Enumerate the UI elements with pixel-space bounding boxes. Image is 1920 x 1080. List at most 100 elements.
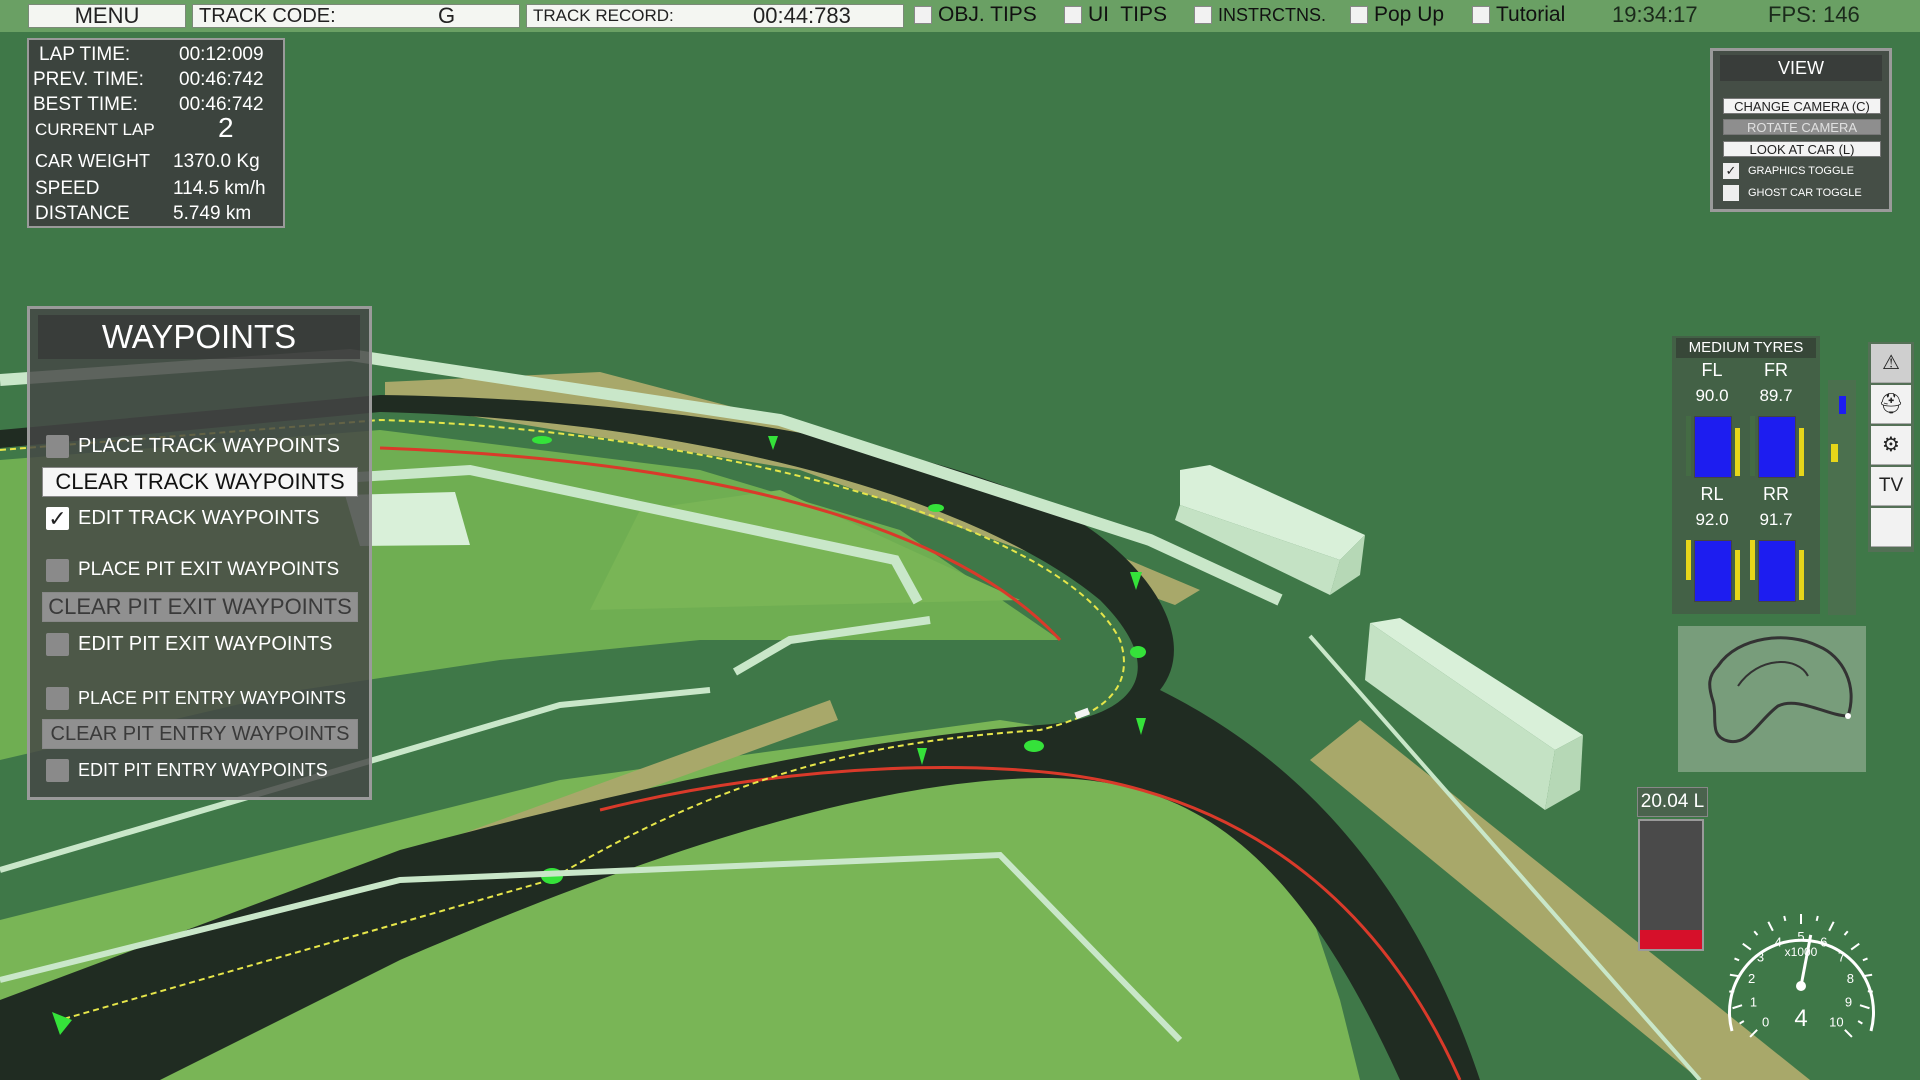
track-minimap	[1678, 626, 1866, 772]
place-track-waypoints-checkbox[interactable]	[46, 435, 69, 458]
edit-pit-exit-waypoints-toggle[interactable]: EDIT PIT EXIT WAYPOINTS	[38, 629, 360, 659]
tyre-rl-temp-inner	[1735, 550, 1740, 600]
tyre-rl-label: RL	[1700, 484, 1724, 504]
rpm-tick-label: 3	[1757, 950, 1764, 965]
popup-label: Pop Up	[1374, 3, 1445, 26]
obj-tips-toggle[interactable]: OBJ. TIPS	[910, 3, 1054, 27]
lap-stats-panel: LAP TIME: 00:12:009 PREV. TIME: 00:46:742 …	[27, 38, 285, 228]
edit-pit-exit-waypoints-label: EDIT PIT EXIT WAYPOINTS	[78, 633, 333, 655]
place-pit-entry-waypoints-toggle[interactable]: PLACE PIT ENTRY WAYPOINTS	[38, 683, 360, 713]
place-track-waypoints-toggle[interactable]: PLACE TRACK WAYPOINTS	[38, 431, 360, 461]
tyre-rl-bar	[1694, 540, 1732, 602]
rpm-tick-mark	[1753, 930, 1759, 936]
car-weight-label: CAR WEIGHT	[35, 151, 150, 171]
place-pit-entry-waypoints-checkbox[interactable]	[46, 687, 69, 710]
lap-time-value: 00:12:009	[179, 44, 264, 65]
ui-tips-label: UI TIPS	[1088, 3, 1167, 26]
engine-icon[interactable]: ⚙	[1871, 426, 1911, 465]
tyre-fr-temp-track	[1750, 416, 1755, 476]
throttle-indicator	[1831, 444, 1838, 462]
prev-time-value: 00:46:742	[179, 69, 264, 90]
tyre-rr-temp-inner	[1799, 550, 1804, 600]
tyre-compound: MEDIUM TYRES	[1676, 338, 1816, 358]
car-weight-value: 1370.0 Kg	[173, 151, 260, 172]
rotate-camera-button[interactable]: ROTATE CAMERA	[1723, 119, 1881, 135]
tyre-fr-label: FR	[1764, 360, 1788, 380]
tutorial-checkbox[interactable]	[1472, 6, 1490, 24]
tv-icon[interactable]: TV	[1871, 467, 1911, 506]
rpm-tick-label: 5	[1797, 929, 1804, 944]
view-panel: VIEW CHANGE CAMERA (C) ROTATE CAMERA LOO…	[1710, 48, 1892, 212]
fuel-level-fill	[1640, 929, 1702, 949]
rpm-tick-label: 7	[1838, 950, 1845, 965]
popup-toggle[interactable]: Pop Up	[1346, 3, 1466, 27]
helmet-icon[interactable]: ⛑	[1871, 385, 1911, 424]
best-time-label: BEST TIME:	[33, 94, 138, 115]
rpm-tick-mark	[1859, 1004, 1870, 1010]
rpm-tick-mark	[1734, 957, 1740, 962]
edit-pit-entry-waypoints-toggle[interactable]: EDIT PIT ENTRY WAYPOINTS	[38, 755, 360, 785]
tyre-fl-label: FL	[1701, 360, 1723, 380]
tyre-fr-bar	[1758, 416, 1796, 478]
rpm-tick-label: 4	[1775, 934, 1782, 949]
edit-pit-exit-waypoints-checkbox[interactable]	[46, 633, 69, 656]
fuel-tank	[1638, 819, 1704, 951]
rpm-needle-hub	[1796, 981, 1806, 991]
cone-icon[interactable]: ⚠	[1871, 344, 1911, 383]
edit-track-waypoints-toggle[interactable]: ✓ EDIT TRACK WAYPOINTS	[38, 503, 360, 533]
change-camera-button[interactable]: CHANGE CAMERA (C)	[1723, 98, 1881, 114]
instructions-label: INSTRCTNS.	[1218, 5, 1326, 25]
ghost-car-checkbox[interactable]	[1723, 185, 1739, 201]
rpm-tick-label: 6	[1820, 934, 1827, 949]
rpm-gauge: 01234 5 678910 x1000 4	[1728, 914, 1875, 1038]
ghost-car-toggle[interactable]: GHOST CAR TOGGLE	[1723, 185, 1883, 201]
rpm-tick-mark	[1742, 942, 1752, 951]
tyre-rl-value: 92.0	[1695, 510, 1729, 529]
fps-counter: FPS: 146	[1768, 3, 1860, 27]
track-record-field: TRACK RECORD: 00:44:783	[526, 4, 904, 28]
edit-track-waypoints-checkbox[interactable]: ✓	[46, 507, 69, 530]
rpm-tick-mark	[1862, 957, 1868, 962]
look-at-car-button[interactable]: LOOK AT CAR (L)	[1723, 141, 1881, 157]
track-code-label: TRACK CODE:	[199, 5, 336, 27]
menu-button[interactable]: MENU	[28, 4, 186, 28]
rpm-tick-mark	[1828, 921, 1835, 932]
rpm-multiplier: x1000	[1785, 945, 1818, 959]
graphics-toggle[interactable]: ✓ GRAPHICS TOGGLE	[1723, 163, 1883, 179]
instructions-checkbox[interactable]	[1194, 6, 1212, 24]
clear-pit-exit-waypoints-button[interactable]: CLEAR PIT EXIT WAYPOINTS	[42, 592, 358, 622]
rpm-tick-mark	[1843, 930, 1849, 936]
rpm-tick-mark	[1815, 915, 1819, 922]
clear-track-waypoints-button[interactable]: CLEAR TRACK WAYPOINTS	[42, 467, 358, 497]
graphics-toggle-label: GRAPHICS TOGGLE	[1748, 165, 1854, 177]
blank-icon[interactable]	[1871, 508, 1911, 547]
ui-tips-checkbox[interactable]	[1064, 6, 1082, 24]
obj-tips-label: OBJ. TIPS	[938, 3, 1037, 26]
tyre-rl-temp	[1686, 540, 1691, 580]
graphics-checkbox[interactable]: ✓	[1723, 163, 1739, 179]
rpm-tick-label: 0	[1762, 1014, 1769, 1029]
side-toolbar: ⚠ ⛑ ⚙ TV	[1868, 342, 1914, 552]
popup-checkbox[interactable]	[1350, 6, 1368, 24]
tyre-rr-bar	[1758, 540, 1796, 602]
track-code-value: G	[438, 4, 456, 28]
place-pit-exit-waypoints-checkbox[interactable]	[46, 559, 69, 582]
tutorial-toggle[interactable]: Tutorial	[1468, 3, 1590, 27]
edit-pit-entry-waypoints-checkbox[interactable]	[46, 759, 69, 782]
tyre-rr-temp	[1750, 540, 1755, 580]
instructions-toggle[interactable]: INSTRCTNS.	[1190, 3, 1344, 27]
ghost-car-toggle-label: GHOST CAR TOGGLE	[1748, 187, 1862, 199]
obj-tips-checkbox[interactable]	[914, 6, 932, 24]
view-title: VIEW	[1720, 55, 1882, 81]
clear-pit-entry-waypoints-button[interactable]: CLEAR PIT ENTRY WAYPOINTS	[42, 719, 358, 749]
speed-label: SPEED	[35, 178, 100, 199]
tyre-fl-bar	[1694, 416, 1732, 478]
rpm-tick-mark	[1767, 921, 1774, 932]
prev-time-label: PREV. TIME:	[33, 69, 144, 90]
current-lap-value: 2	[218, 112, 234, 143]
place-pit-exit-waypoints-toggle[interactable]: PLACE PIT EXIT WAYPOINTS	[38, 555, 360, 585]
edit-pit-entry-waypoints-label: EDIT PIT ENTRY WAYPOINTS	[78, 760, 328, 780]
ui-tips-toggle[interactable]: UI TIPS	[1060, 3, 1188, 27]
brake-indicator	[1839, 396, 1846, 414]
rpm-tick-label: 2	[1748, 971, 1755, 986]
